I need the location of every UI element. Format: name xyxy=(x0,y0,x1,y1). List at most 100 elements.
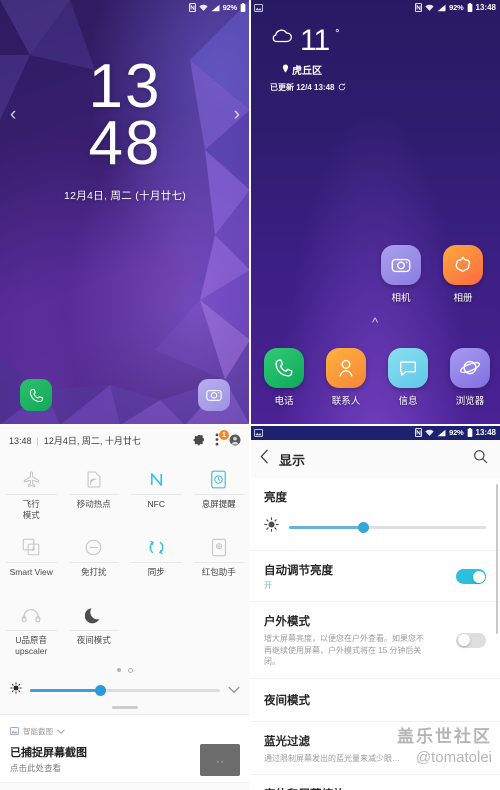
notification-badge: 1 xyxy=(219,430,229,440)
settings-brightness-track[interactable] xyxy=(289,521,486,533)
setting-outdoor-mode[interactable]: 户外模式 增大屏幕亮度，以便您在户外查看。如果您不再继续使用屏幕，户外模式将在 … xyxy=(250,602,500,679)
setting-subtitle: 开 xyxy=(264,581,272,590)
camera-icon xyxy=(206,389,222,401)
setting-auto-brightness[interactable]: 自动调节亮度 开 xyxy=(250,551,500,602)
tile-sync[interactable]: 同步 xyxy=(125,526,188,594)
chevron-left-icon[interactable]: ‹ xyxy=(10,105,16,124)
tile-upscaler[interactable]: U品原音 upscaler xyxy=(0,594,63,662)
settings-brightness-slider[interactable] xyxy=(250,507,500,541)
notification-title: 已捕捉屏幕截图 xyxy=(10,747,87,759)
app-camera[interactable]: 相机 xyxy=(370,245,432,304)
tile-label: 息屏提醒 xyxy=(201,499,236,509)
red-packet-icon xyxy=(188,532,251,562)
tile-red-packet[interactable]: 红包助手 xyxy=(188,526,251,594)
app-label: 联系人 xyxy=(331,396,361,407)
wifi-icon xyxy=(425,4,434,12)
tile-label: U品原音 upscaler xyxy=(15,635,48,656)
tile-airplane-mode[interactable]: 飞行 模式 xyxy=(0,458,63,526)
weather-temperature: 11 xyxy=(300,24,330,57)
lockscreen-phone-shortcut[interactable] xyxy=(20,379,52,411)
tile-nfc[interactable]: NFC xyxy=(125,458,188,526)
brightness-knob[interactable] xyxy=(94,684,106,696)
cloud-icon xyxy=(270,26,294,49)
gear-icon[interactable] xyxy=(193,434,205,448)
weather-location: 虎丘区 xyxy=(292,66,322,77)
toggle-auto-brightness[interactable] xyxy=(456,569,486,584)
settings-brightness-knob[interactable] xyxy=(358,521,370,533)
tile-do-not-disturb[interactable]: 免打扰 xyxy=(63,526,126,594)
more-vertical-icon[interactable]: 1 xyxy=(215,430,229,448)
quicksettings-tiles: 飞行 模式 移动热点 NFC 息屏提醒 Smart View 免打扰 同步 红包… xyxy=(0,454,250,662)
lockscreen-pane: 92% 13 48 12月4日, 周二 (十月廿七) ‹ › xyxy=(0,0,250,425)
chevron-right-icon[interactable]: › xyxy=(234,105,240,124)
notification-subtitle: 点击此处查看 xyxy=(10,763,62,773)
sync-icon xyxy=(125,532,188,562)
dock-browser[interactable]: 浏览器 xyxy=(439,348,500,407)
dock-contacts[interactable]: 联系人 xyxy=(315,348,377,407)
homescreen-app-row: 相机 相册 xyxy=(370,245,494,304)
chevron-down-icon[interactable] xyxy=(57,722,65,740)
contacts-icon xyxy=(326,348,366,388)
homescreen-pane: 92% 13:48 11 ° 虎丘区 已更新 12/4 13:48 相机 相册 … xyxy=(250,0,500,425)
notification-card[interactable]: 智能截图 已捕捉屏幕截图 点击此处查看 xyxy=(0,714,250,782)
signal-icon xyxy=(211,4,220,12)
screenshot-collage: 92% 13 48 12月4日, 周二 (十月廿七) ‹ › 92% 13:48… xyxy=(0,0,500,790)
brightness-track[interactable] xyxy=(30,684,220,696)
quicksettings-pane: 13:48 | 12月4日, 周二, 十月廿七 1 飞行 模式 移动热点 NFC… xyxy=(0,425,250,790)
airplane-icon xyxy=(0,464,63,494)
weather-widget[interactable]: 11 ° 虎丘区 已更新 12/4 13:48 xyxy=(270,26,346,93)
nfc-icon xyxy=(188,3,196,12)
battery-icon xyxy=(467,3,473,12)
lockscreen-camera-shortcut[interactable] xyxy=(198,379,230,411)
app-label: 浏览器 xyxy=(455,396,485,407)
chevron-left-icon[interactable] xyxy=(260,449,269,469)
dock-message[interactable]: 信息 xyxy=(377,348,439,407)
image-icon xyxy=(10,722,19,740)
tile-always-on-display[interactable]: 息屏提醒 xyxy=(188,458,251,526)
setting-blue-light-filter[interactable]: 蓝光过滤 通过限制屏幕发出的蓝光量来减少眼… xyxy=(250,722,500,776)
tile-label: NFC xyxy=(147,499,165,509)
page-dot-active[interactable] xyxy=(117,668,121,672)
search-icon[interactable] xyxy=(473,449,488,469)
user-icon[interactable] xyxy=(229,434,241,448)
tile-label: Smart View xyxy=(9,567,53,577)
setting-night-mode[interactable]: 夜间模式 xyxy=(250,679,500,722)
hotspot-icon xyxy=(63,464,126,494)
tile-night-mode[interactable]: 夜间模式 xyxy=(63,594,126,662)
settings-scrollbar[interactable] xyxy=(496,484,498,634)
homescreen-dock: 电话 联系人 信息 浏览器 xyxy=(253,348,500,407)
signal-icon xyxy=(437,429,446,437)
dock-phone[interactable]: 电话 xyxy=(253,348,315,407)
app-label: 相机 xyxy=(391,293,411,304)
tile-mobile-hotspot[interactable]: 移动热点 xyxy=(63,458,126,526)
lockscreen-statusbar: 92% xyxy=(0,0,250,15)
battery-percent: 92% xyxy=(222,3,238,12)
tile-smart-view[interactable]: Smart View xyxy=(0,526,63,594)
setting-description: 通过限制屏幕发出的蓝光量来减少眼… xyxy=(264,753,400,763)
display-settings-pane: 92% 13:48 显示 亮度 自动调节亮度 开 户外模式 增大屏幕亮度，以便您… xyxy=(250,425,500,790)
brightness-fill xyxy=(30,688,101,692)
app-gallery[interactable]: 相册 xyxy=(432,245,494,304)
app-label: 信息 xyxy=(398,396,418,407)
refresh-icon[interactable] xyxy=(338,82,346,93)
homescreen-statusbar: 92% 13:48 xyxy=(250,0,500,15)
page-dot[interactable] xyxy=(128,668,133,673)
quicksettings-header: 13:48 | 12月4日, 周二, 十月廿七 1 xyxy=(0,425,250,454)
qs-separator: | xyxy=(36,435,39,446)
notification-thumbnail[interactable] xyxy=(200,744,240,776)
settings-header: 显示 xyxy=(250,440,500,478)
setting-font-and-screen-zoom[interactable]: 字体和屏幕缩放 更改字体大小、字体样式和屏幕缩放。 xyxy=(250,775,500,790)
signal-icon xyxy=(437,4,446,12)
chevron-down-icon[interactable] xyxy=(228,681,240,699)
brightness-slider-row[interactable] xyxy=(0,676,250,702)
qs-time: 13:48 xyxy=(9,435,32,446)
panel-drag-handle[interactable] xyxy=(112,706,138,709)
tile-label: 移动热点 xyxy=(76,499,111,509)
do-not-disturb-icon xyxy=(63,532,126,562)
battery-icon xyxy=(467,428,473,437)
app-drawer-arrow[interactable]: ^ xyxy=(250,316,500,329)
wifi-icon xyxy=(425,429,434,437)
battery-percent: 92% xyxy=(449,428,464,437)
nfc-icon xyxy=(415,428,423,437)
toggle-outdoor-mode[interactable] xyxy=(456,632,486,648)
